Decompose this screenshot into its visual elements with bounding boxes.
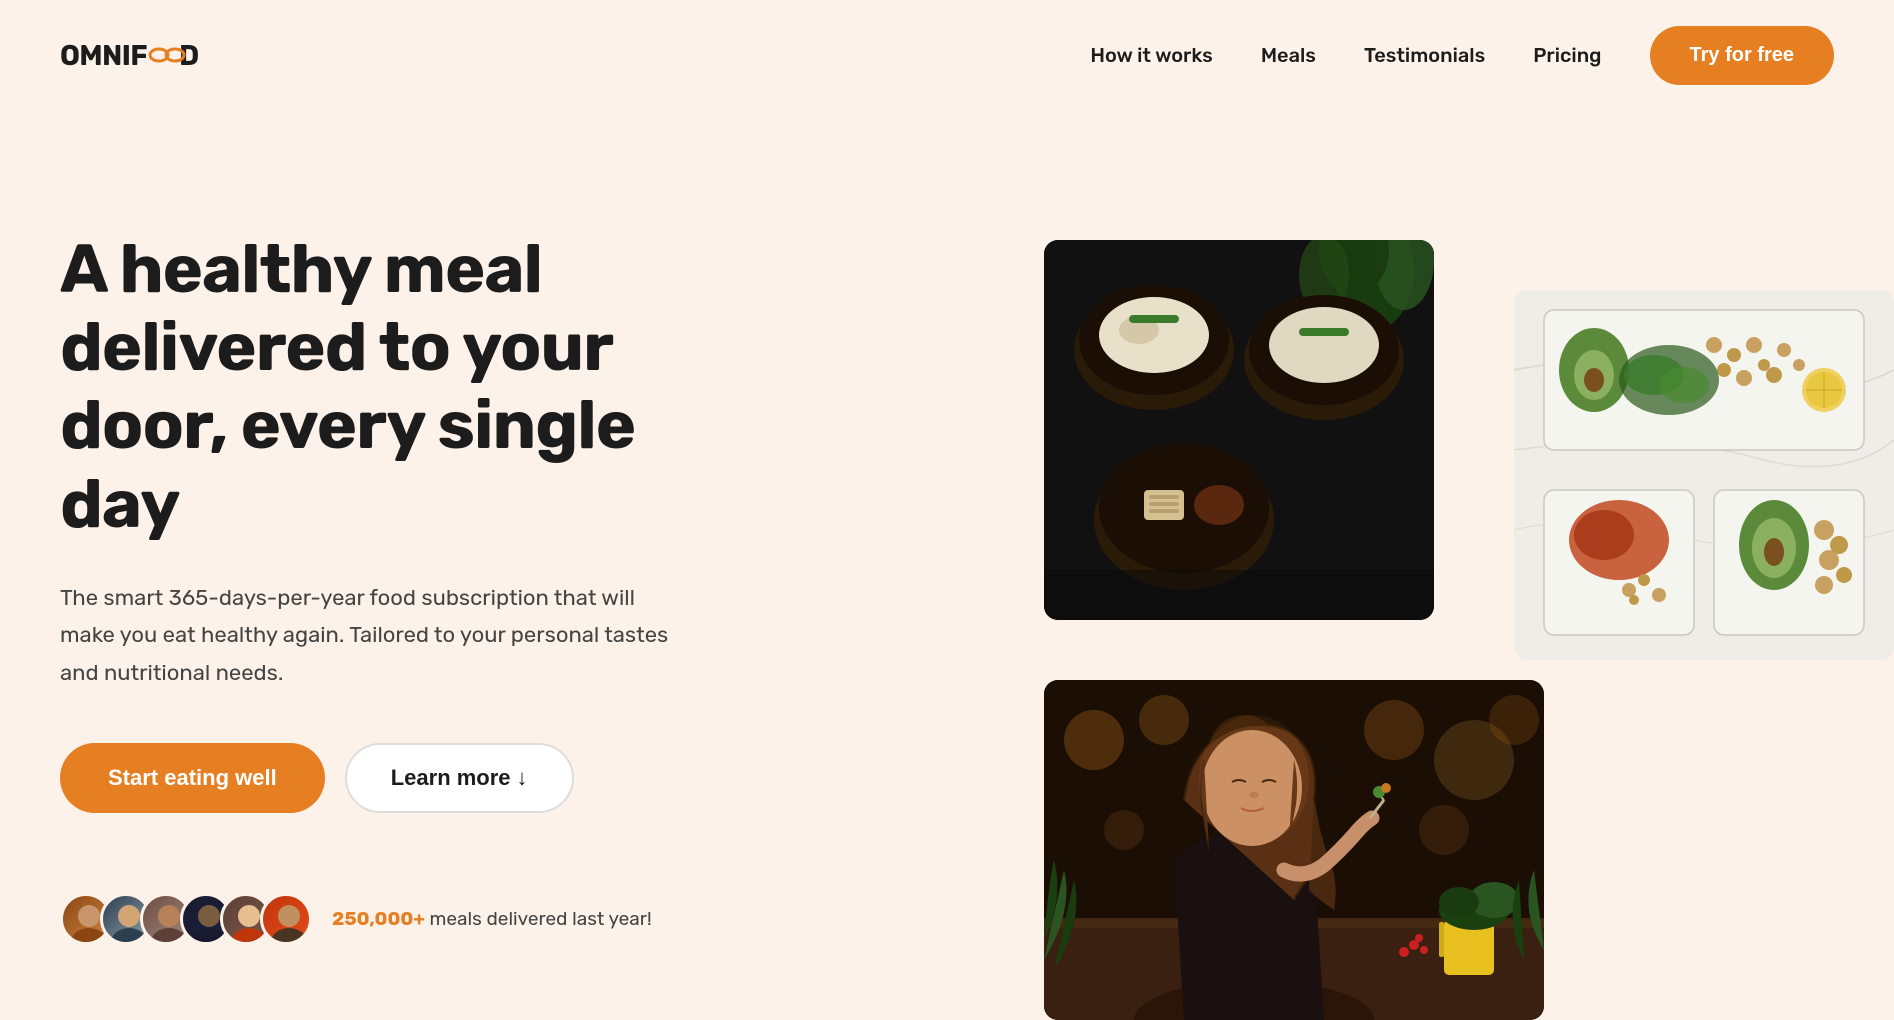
header: OMNIF D How it works Meals Testimonials … (0, 0, 1894, 110)
food-image-bowls (1044, 240, 1434, 620)
start-eating-button[interactable]: Start eating well (60, 743, 325, 813)
hero-description: The smart 365-days-per-year food subscri… (60, 579, 680, 691)
nav-meals[interactable]: Meals (1261, 43, 1316, 67)
try-for-free-button[interactable]: Try for free (1650, 26, 1834, 85)
hero-images (1044, 240, 1894, 1020)
learn-more-button[interactable]: Learn more ↓ (345, 743, 574, 813)
nav-testimonials[interactable]: Testimonials (1364, 43, 1485, 67)
social-proof-text: 250,000+ meals delivered last year! (332, 906, 652, 933)
logo-text: OMNIF D (60, 39, 199, 72)
avatar (260, 893, 312, 945)
nav-how-it-works[interactable]: How it works (1090, 43, 1212, 67)
customer-avatars (60, 893, 312, 945)
hero-buttons: Start eating well Learn more ↓ (60, 743, 760, 813)
hero-text-content: A healthy meal delivered to your door, e… (60, 170, 760, 945)
social-proof: 250,000+ meals delivered last year! (60, 893, 760, 945)
nav-pricing[interactable]: Pricing (1533, 43, 1601, 67)
main-nav: How it works Meals Testimonials Pricing … (1090, 26, 1834, 85)
hero-section: A healthy meal delivered to your door, e… (0, 110, 1894, 963)
hero-heading: A healthy meal delivered to your door, e… (60, 230, 760, 543)
food-image-mealprep (1514, 290, 1894, 660)
food-image-woman (1044, 680, 1544, 1020)
arrow-down-icon: ↓ (517, 765, 528, 791)
logo[interactable]: OMNIF D (60, 39, 199, 72)
